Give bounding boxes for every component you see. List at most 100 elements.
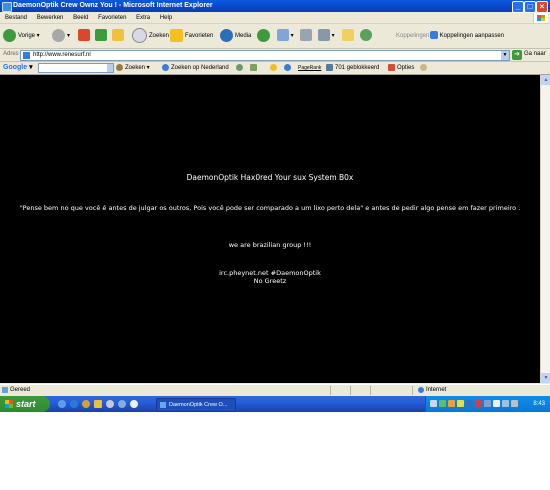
menu-view[interactable]: Beeld bbox=[73, 15, 88, 21]
print-icon bbox=[300, 29, 312, 42]
address-dropdown-icon[interactable]: ▼ bbox=[501, 51, 509, 60]
quicklaunch-extra-icon[interactable] bbox=[130, 400, 138, 408]
print-button[interactable] bbox=[300, 28, 312, 44]
menu-edit[interactable]: Bewerken bbox=[37, 15, 64, 21]
menu-file[interactable]: Bestand bbox=[5, 15, 27, 21]
pagerank-indicator[interactable]: PageRank bbox=[298, 62, 321, 74]
scroll-down-icon[interactable]: ▼ bbox=[541, 373, 550, 383]
minimize-button[interactable]: _ bbox=[512, 1, 524, 13]
search-nl-button[interactable]: Zoeken op Nederland bbox=[162, 62, 229, 74]
maximize-button[interactable]: □ bbox=[524, 1, 536, 13]
quicklaunch-ie-icon[interactable] bbox=[70, 400, 78, 408]
tray-messenger-icon[interactable] bbox=[493, 400, 500, 407]
standard-toolbar: Vorige ▾ ▾ Zoeken Favorieten Media ▾ ▾ K… bbox=[0, 24, 550, 49]
pagerank-label: PageRank bbox=[298, 65, 322, 71]
quicklaunch-messenger-icon[interactable] bbox=[118, 400, 126, 408]
search-nl-label: Zoeken op Nederland bbox=[171, 65, 229, 71]
home-icon bbox=[112, 29, 124, 42]
tray-network-icon[interactable] bbox=[439, 400, 446, 407]
options-icon bbox=[388, 63, 395, 71]
customize-links[interactable]: Koppelingen aanpassen bbox=[430, 28, 504, 44]
edit-icon bbox=[318, 29, 330, 42]
vertical-scrollbar[interactable]: ▲ ▼ bbox=[540, 75, 550, 383]
highlight-button[interactable] bbox=[236, 62, 245, 74]
popup-blocker[interactable]: 701 geblokkeerd bbox=[326, 62, 379, 74]
pencil-button[interactable] bbox=[420, 62, 429, 74]
page-content: DaemonOptik Hax0red Your sux System B0x … bbox=[0, 75, 540, 383]
search-icon bbox=[132, 28, 147, 43]
back-label: Vorige bbox=[18, 33, 36, 39]
media-button[interactable]: Media bbox=[220, 28, 251, 44]
tray-app-icon[interactable] bbox=[448, 400, 455, 407]
stop-button[interactable] bbox=[78, 28, 90, 44]
taskbar: start DaemonOptik Crew O... 8:43 bbox=[0, 396, 550, 412]
tray-volume-icon[interactable] bbox=[511, 400, 518, 407]
google-logo[interactable]: Google ▾ bbox=[3, 62, 33, 74]
ie-app-icon bbox=[2, 2, 12, 12]
taskbar-ie-window[interactable]: DaemonOptik Crew O... bbox=[156, 398, 236, 412]
irc-line: irc.pheynet.net #DaemonOptik bbox=[219, 269, 321, 277]
scroll-up-icon[interactable]: ▲ bbox=[541, 75, 550, 85]
quicklaunch-tool-icon[interactable] bbox=[106, 400, 114, 408]
google-search-input[interactable] bbox=[38, 63, 114, 73]
zone-text: Internet bbox=[426, 387, 447, 393]
tray-display-icon[interactable] bbox=[484, 400, 491, 407]
pencil-icon bbox=[420, 63, 427, 71]
address-bar: Adres http://www.renesurf.nl ▼ ➔ Ga naar bbox=[0, 49, 550, 62]
start-button[interactable]: start bbox=[0, 396, 50, 412]
go-arrow-icon[interactable]: ➔ bbox=[512, 50, 522, 60]
home-button[interactable] bbox=[112, 28, 124, 44]
page-quote: "Pense bem no que você é antes de julgar… bbox=[19, 204, 521, 212]
system-tray: 8:43 bbox=[425, 396, 550, 412]
favorites-button[interactable]: Favorieten bbox=[170, 28, 213, 44]
address-label: Adres bbox=[3, 51, 19, 57]
media-label: Media bbox=[235, 33, 252, 39]
back-button[interactable]: Vorige ▾ bbox=[3, 28, 40, 44]
customize-links-label: Koppelingen aanpassen bbox=[439, 33, 505, 39]
smiley-button[interactable] bbox=[270, 62, 279, 74]
search-button[interactable]: Zoeken bbox=[132, 28, 169, 44]
google-search-dropdown-icon[interactable] bbox=[107, 64, 113, 72]
status-page-icon bbox=[2, 387, 8, 393]
edit-button[interactable]: ▾ bbox=[318, 28, 335, 44]
media-icon bbox=[220, 28, 233, 42]
title-bar[interactable]: DaemonOptik Crew Ownz You ! - Microsoft … bbox=[0, 0, 550, 13]
messenger-button[interactable] bbox=[360, 28, 372, 44]
menu-help[interactable]: Help bbox=[160, 15, 172, 21]
forward-button[interactable]: ▾ bbox=[52, 28, 70, 44]
menu-tools[interactable]: Extra bbox=[136, 15, 150, 21]
mail-button[interactable]: ▾ bbox=[277, 28, 294, 44]
go-button[interactable]: Ga naar bbox=[524, 51, 546, 57]
address-input[interactable]: http://www.renesurf.nl ▼ bbox=[20, 50, 510, 61]
google-toolbar: Google ▾ Zoeken ▾ Zoeken op Nederland Pa… bbox=[0, 62, 550, 75]
google-search-button[interactable]: Zoeken ▾ bbox=[116, 62, 150, 74]
back-arrow-icon bbox=[3, 28, 16, 42]
star-icon bbox=[170, 28, 183, 42]
folder-button[interactable] bbox=[342, 28, 354, 44]
quicklaunch-app-icon[interactable] bbox=[94, 400, 102, 408]
page-heading: DaemonOptik Hax0red Your sux System B0x bbox=[186, 173, 354, 182]
history-button[interactable] bbox=[257, 28, 272, 44]
tray-shield-icon[interactable] bbox=[466, 400, 473, 407]
quicklaunch-desktop-icon[interactable] bbox=[58, 400, 66, 408]
tray-antivirus-icon[interactable] bbox=[475, 400, 482, 407]
quicklaunch-media-icon[interactable] bbox=[82, 400, 90, 408]
taskbar-ie-icon bbox=[160, 402, 166, 408]
menu-favorites[interactable]: Favorieten bbox=[98, 15, 126, 21]
tray-arrow-icon[interactable] bbox=[430, 400, 437, 407]
greetz-line: No Greetz bbox=[253, 277, 287, 285]
binoculars-icon bbox=[116, 63, 123, 71]
window-title: DaemonOptik Crew Ownz You ! - Microsoft … bbox=[13, 2, 213, 9]
search-label: Zoeken bbox=[149, 33, 170, 40]
tray-security-icon[interactable] bbox=[457, 400, 464, 407]
tray-sync-icon[interactable] bbox=[502, 400, 509, 407]
desktop-screen: DaemonOptik Crew Ownz You ! - Microsoft … bbox=[0, 0, 550, 412]
options-button[interactable]: Opties bbox=[388, 62, 414, 74]
refresh-button[interactable] bbox=[95, 28, 107, 44]
info-button[interactable] bbox=[250, 62, 259, 74]
page-info-button[interactable] bbox=[284, 62, 293, 74]
links-label[interactable]: Koppelingen bbox=[396, 28, 429, 44]
close-button[interactable]: × bbox=[536, 1, 548, 13]
smiley-icon bbox=[270, 63, 277, 71]
internet-zone-icon bbox=[418, 387, 424, 393]
